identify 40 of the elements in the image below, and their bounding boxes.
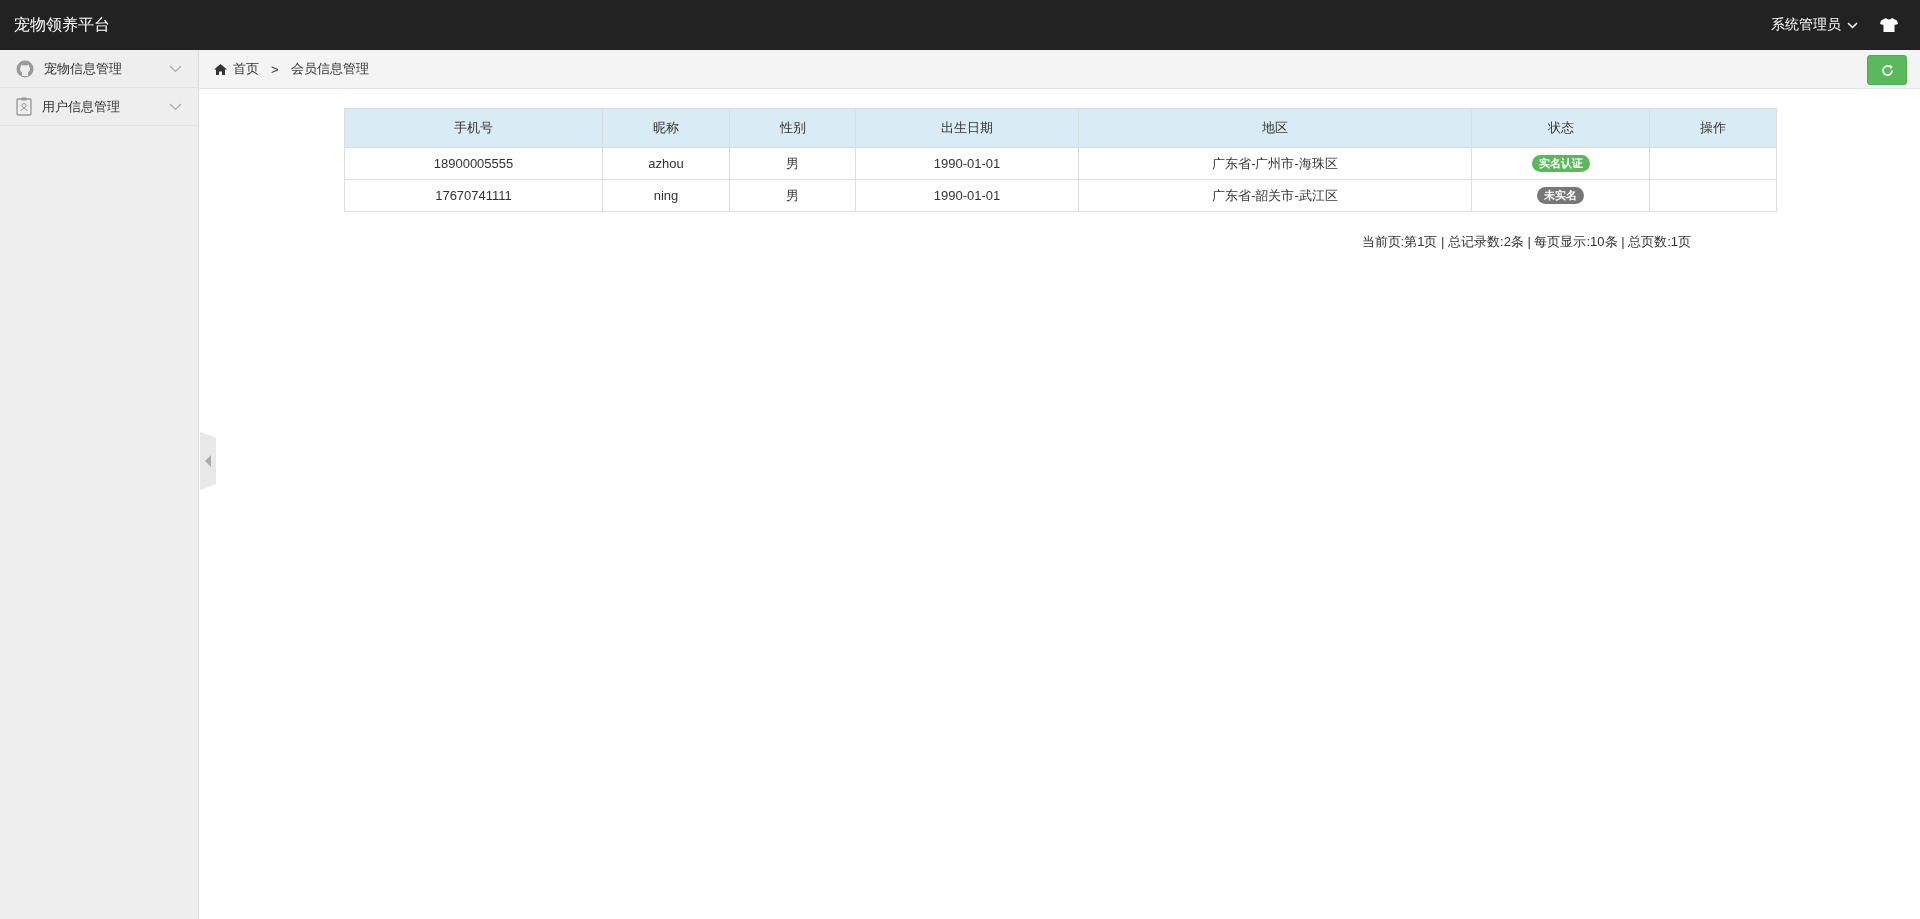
chevron-icon bbox=[169, 64, 182, 73]
sidebar-collapse-handle[interactable] bbox=[200, 432, 216, 490]
sidebar-item[interactable]: 用户信息管理 bbox=[0, 88, 198, 126]
column-header: 状态 bbox=[1471, 108, 1650, 148]
table-cell: 17670741111 bbox=[344, 179, 603, 212]
breadcrumb-current: 会员信息管理 bbox=[290, 60, 369, 78]
tshirt-icon[interactable] bbox=[1880, 18, 1898, 32]
app-title: 宠物领养平台 bbox=[14, 14, 110, 35]
sidebar-item-label: 宠物信息管理 bbox=[44, 59, 123, 78]
column-header: 出生日期 bbox=[855, 108, 1079, 148]
column-header: 性别 bbox=[729, 108, 856, 148]
status-badge: 实名认证 bbox=[1531, 155, 1590, 172]
sidebar-item-label: 用户信息管理 bbox=[42, 97, 121, 116]
table-cell: 广东省-韶关市-武江区 bbox=[1078, 179, 1472, 212]
column-header: 手机号 bbox=[344, 108, 603, 148]
table-cell: ning bbox=[602, 179, 730, 212]
refresh-icon bbox=[1880, 63, 1894, 77]
column-header: 地区 bbox=[1078, 108, 1472, 148]
home-icon bbox=[214, 63, 227, 75]
sidebar-item[interactable]: 宠物信息管理 bbox=[0, 50, 198, 88]
column-header: 昵称 bbox=[602, 108, 730, 148]
github-icon bbox=[16, 59, 34, 78]
pagination-info: 当前页:第1页 | 总记录数:2条 | 每页显示:10条 | 总页数:1页 bbox=[1361, 233, 1691, 251]
user-menu[interactable]: 系统管理员 bbox=[1771, 16, 1858, 34]
id-badge-icon bbox=[16, 97, 32, 116]
chevron-down-icon bbox=[1847, 21, 1858, 29]
breadcrumb-separator: > bbox=[271, 61, 279, 77]
chevron-icon bbox=[169, 102, 182, 111]
table-cell: 男 bbox=[729, 147, 856, 180]
table-cell: 男 bbox=[729, 179, 856, 212]
table-cell: 1990-01-01 bbox=[855, 179, 1079, 212]
table-cell: 1990-01-01 bbox=[855, 147, 1079, 180]
table-cell: 18900005555 bbox=[344, 147, 603, 180]
refresh-button[interactable] bbox=[1867, 55, 1907, 85]
table-cell: 广东省-广州市-海珠区 bbox=[1078, 147, 1472, 180]
breadcrumb-home-link[interactable]: 首页 bbox=[233, 60, 259, 78]
status-badge: 未实名 bbox=[1537, 187, 1584, 204]
column-header: 操作 bbox=[1649, 108, 1777, 148]
caret-left-icon bbox=[205, 455, 211, 467]
table-cell: azhou bbox=[602, 147, 730, 180]
